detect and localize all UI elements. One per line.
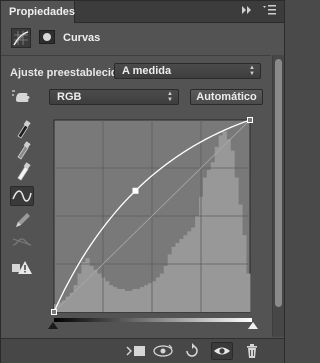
histogram-bar (65, 296, 71, 312)
black-point-eyedropper-icon[interactable] (10, 119, 34, 139)
curve-control-point[interactable] (247, 117, 253, 123)
histogram-bar (159, 273, 165, 312)
select-arrows-icon: ▲ ▼ (167, 91, 173, 103)
select-arrows-icon: ▲ ▼ (249, 65, 255, 77)
properties-panel: Propiedades Curvas Ajuste preestablecido… (0, 0, 285, 363)
toggle-visibility-eye-icon[interactable] (211, 342, 233, 360)
histogram-bar (108, 285, 114, 312)
layer-mask-icon[interactable] (39, 30, 55, 44)
properties-header: Curvas (1, 24, 284, 54)
histogram-bar (77, 273, 82, 312)
white-point-eyedropper-icon[interactable] (10, 161, 34, 181)
preset-select[interactable]: A medida ▲ ▼ (114, 63, 261, 79)
histogram-bar (152, 281, 157, 312)
histogram-bar (163, 265, 169, 312)
panel-footer (1, 338, 284, 363)
curves-graph[interactable] (48, 114, 256, 318)
panel-scrollbar[interactable] (272, 55, 284, 337)
double-chevron-right-icon[interactable] (241, 5, 257, 19)
scrollbar-thumb[interactable] (275, 59, 282, 307)
histogram-bar (85, 258, 90, 312)
header-divider (1, 55, 271, 56)
clip-to-layer-icon[interactable] (125, 343, 147, 359)
histogram-bar (144, 285, 149, 312)
preset-value: A medida (122, 65, 172, 77)
histogram-bar (116, 288, 122, 312)
histogram-bar (175, 242, 180, 312)
histogram-bar (128, 290, 133, 312)
histogram-bar (93, 269, 98, 312)
histogram-bar (187, 231, 192, 312)
clipping-warning-icon[interactable] (10, 258, 34, 278)
histogram-bar (155, 277, 161, 312)
channel-value: RGB (57, 91, 82, 103)
histogram-bar (202, 177, 208, 312)
histogram-bar (132, 288, 137, 312)
panel-menu-icon[interactable] (263, 5, 279, 19)
histogram-bar (226, 139, 231, 312)
histogram-bar (179, 239, 184, 312)
on-image-adjust-hand-icon[interactable] (10, 87, 34, 107)
curve-control-point[interactable] (51, 309, 57, 315)
histogram-bar (238, 204, 243, 312)
histogram-bar (191, 227, 196, 312)
histogram-bar (230, 150, 235, 312)
input-gradient-bar (54, 318, 252, 322)
view-previous-state-icon[interactable] (151, 343, 173, 359)
black-input-slider[interactable] (48, 322, 58, 329)
reset-icon[interactable] (181, 343, 203, 359)
edit-points-curve-icon[interactable] (10, 186, 34, 206)
histogram-bar (97, 273, 102, 312)
gray-point-eyedropper-icon[interactable] (10, 140, 34, 160)
histogram-bar (81, 262, 86, 312)
histogram-bar (218, 135, 223, 312)
channel-select[interactable]: RGB ▲ ▼ (49, 89, 179, 105)
preset-label: Ajuste preestablecido: (10, 67, 128, 79)
histogram-bar (222, 131, 227, 312)
histogram-bar (206, 169, 212, 312)
histogram-bar (242, 235, 247, 312)
histogram-bar (183, 235, 188, 312)
histogram-bar (104, 281, 110, 312)
draw-pencil-icon[interactable] (10, 210, 34, 230)
auto-button[interactable]: Automático (190, 89, 263, 105)
histogram-bar (234, 177, 239, 312)
panel-tab-bar: Propiedades (1, 1, 284, 23)
histogram-bar (167, 254, 172, 312)
trash-icon[interactable] (241, 343, 263, 359)
histogram-bar (136, 288, 141, 312)
histogram-bar (89, 265, 94, 312)
histogram-bar (140, 287, 145, 312)
histogram-bar (171, 246, 176, 312)
histogram-bar (124, 290, 129, 312)
histogram-bar (112, 287, 118, 312)
smooth-curve-icon[interactable] (10, 232, 34, 252)
histogram-bar (120, 288, 125, 312)
histogram-bar (214, 146, 220, 312)
panel-title: Curvas (63, 32, 101, 44)
curve-control-point[interactable] (132, 187, 139, 194)
histogram-bar (246, 273, 251, 312)
curves-adjustment-icon[interactable] (11, 28, 31, 48)
tab-properties[interactable]: Propiedades (1, 1, 75, 23)
histogram-bar (210, 162, 216, 312)
white-input-slider[interactable] (248, 322, 258, 329)
